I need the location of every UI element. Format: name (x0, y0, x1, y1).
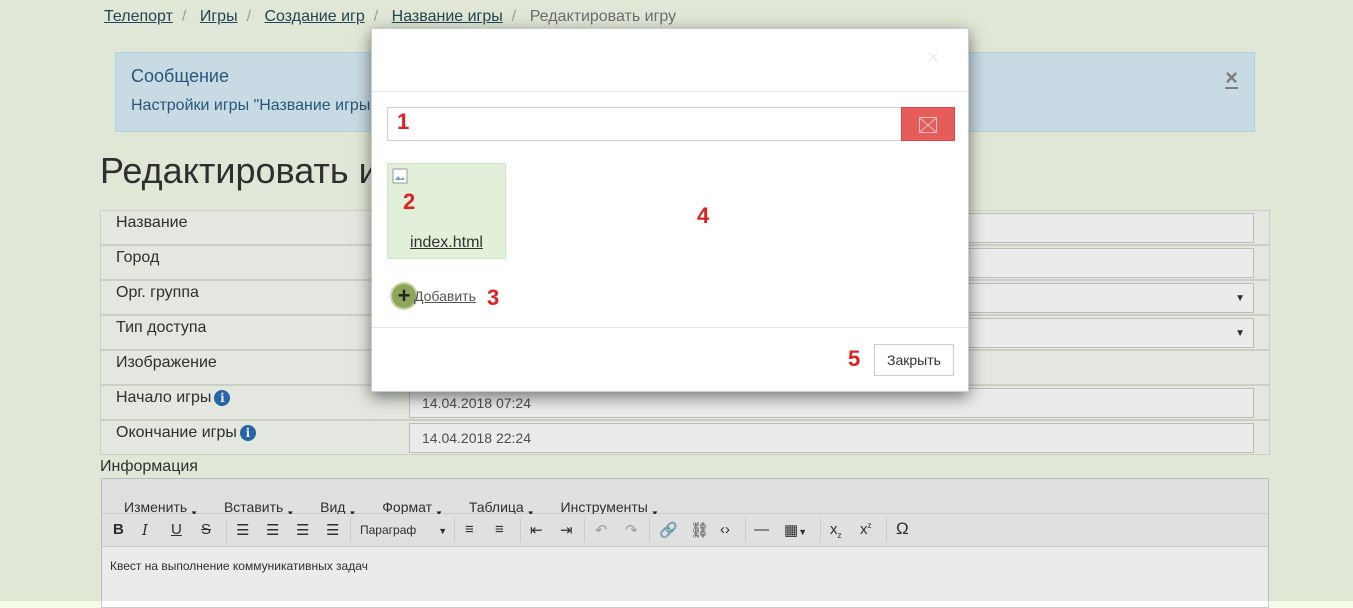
marker-5: 5 (848, 346, 861, 371)
broken-image-icon (392, 168, 408, 184)
clear-search-button[interactable] (901, 107, 955, 141)
marker-3: 3 (487, 285, 500, 310)
close-button[interactable]: Закрыть (874, 344, 954, 376)
file-name-link[interactable]: index.html (388, 234, 505, 252)
file-manager-modal: × index.html + Добавить Закрыть 1 2 3 4 … (371, 28, 969, 392)
plus-icon: + (392, 284, 416, 308)
search-input[interactable] (387, 107, 902, 141)
clear-icon (919, 117, 937, 133)
add-file-label[interactable]: Добавить (414, 288, 476, 304)
modal-footer: Закрыть (372, 327, 968, 392)
marker-2: 2 (403, 189, 416, 214)
marker-4: 4 (697, 203, 710, 228)
modal-header: × (372, 29, 968, 92)
close-icon[interactable]: × (926, 46, 948, 70)
marker-1: 1 (397, 109, 410, 134)
